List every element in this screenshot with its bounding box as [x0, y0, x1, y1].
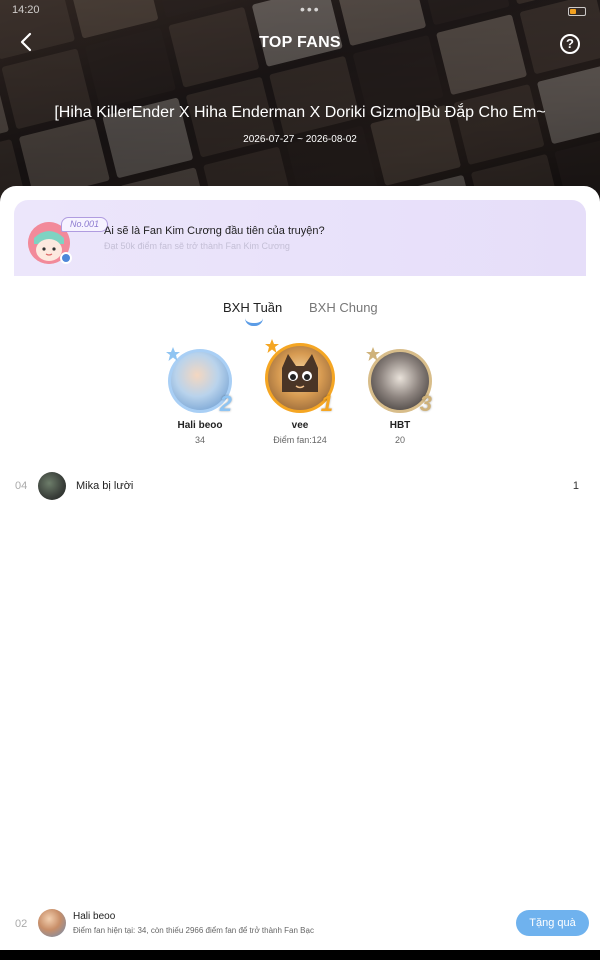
ranking-tabs: BXH Tuần BXH Chung — [0, 300, 600, 328]
multitask-dots[interactable]: ••• — [300, 2, 321, 16]
podium-rank-number: 2 — [219, 391, 232, 416]
podium-name: vee — [291, 420, 309, 431]
avatar: 2 — [166, 347, 232, 416]
podium-rank-1[interactable]: 1 vee Điểm fan:124 — [245, 339, 355, 445]
rank-badge: No.001 — [61, 217, 109, 232]
tab-overall[interactable]: BXH Chung — [309, 300, 378, 315]
fan-score: 1 — [572, 480, 579, 492]
status-bar: 14:20 ••• — [12, 2, 586, 20]
avatar: 1 — [265, 339, 335, 416]
help-button[interactable]: ? — [560, 34, 580, 54]
page-title: TOP FANS — [259, 34, 341, 51]
story-title: [Hiha KillerEnder X Hiha Enderman X Dori… — [54, 104, 546, 121]
crown-icon — [166, 347, 180, 361]
status-time: 14:20 — [12, 4, 40, 16]
podium-rank-3[interactable]: 3 HBT 20 — [345, 347, 455, 445]
podium-score: 20 — [394, 435, 405, 445]
my-fan-status: Điểm fan hiện tại: 34, còn thiếu 2966 đi… — [73, 926, 314, 935]
rank-number: 04 — [15, 480, 28, 492]
my-rank-bar: 02 Hali beoo Điểm fan hiện tại: 34, còn … — [0, 898, 600, 950]
tab-weekly[interactable]: BXH Tuần — [223, 300, 282, 315]
crown-icon — [265, 339, 279, 353]
podium-rank-number: 3 — [419, 391, 432, 416]
home-indicator-strip — [0, 950, 600, 960]
podium-score: Điểm fan:124 — [273, 435, 327, 445]
date-range: 2026-07-27 ~ 2026-08-02 — [243, 134, 357, 145]
story-cover-header: 14:20 ••• TOP FANS ? [Hiha KillerEnder X… — [0, 0, 600, 215]
my-name: Hali beoo — [73, 911, 116, 922]
banner-subtitle: Đạt 50k điểm fan sẽ trở thành Fan Kim Cư… — [104, 241, 290, 251]
avatar: 3 — [366, 347, 432, 416]
fans-sheet: No.001 Ai sẽ là Fan Kim Cương đầu tiên c… — [0, 186, 600, 950]
crown-icon — [366, 347, 380, 361]
podium-rank-2[interactable]: 2 Hali beoo 34 — [145, 347, 255, 445]
diamond-icon — [60, 252, 72, 264]
battery-icon — [568, 7, 586, 16]
podium-name: Hali beoo — [177, 420, 223, 431]
send-gift-button[interactable]: Tặng quà — [516, 910, 589, 936]
banner-question: Ai sẽ là Fan Kim Cương đầu tiên của truy… — [104, 225, 325, 237]
podium-score: 34 — [194, 435, 205, 445]
podium-name: HBT — [389, 420, 411, 431]
my-rank-number: 02 — [15, 918, 28, 930]
list-item[interactable]: 04 Mika bị lười 1 — [0, 468, 600, 504]
avatar — [38, 472, 66, 500]
podium-rank-number: 1 — [320, 391, 333, 416]
avatar — [38, 909, 66, 937]
diamond-fan-banner: No.001 Ai sẽ là Fan Kim Cương đầu tiên c… — [14, 200, 586, 276]
fan-name: Mika bị lười — [76, 480, 134, 492]
